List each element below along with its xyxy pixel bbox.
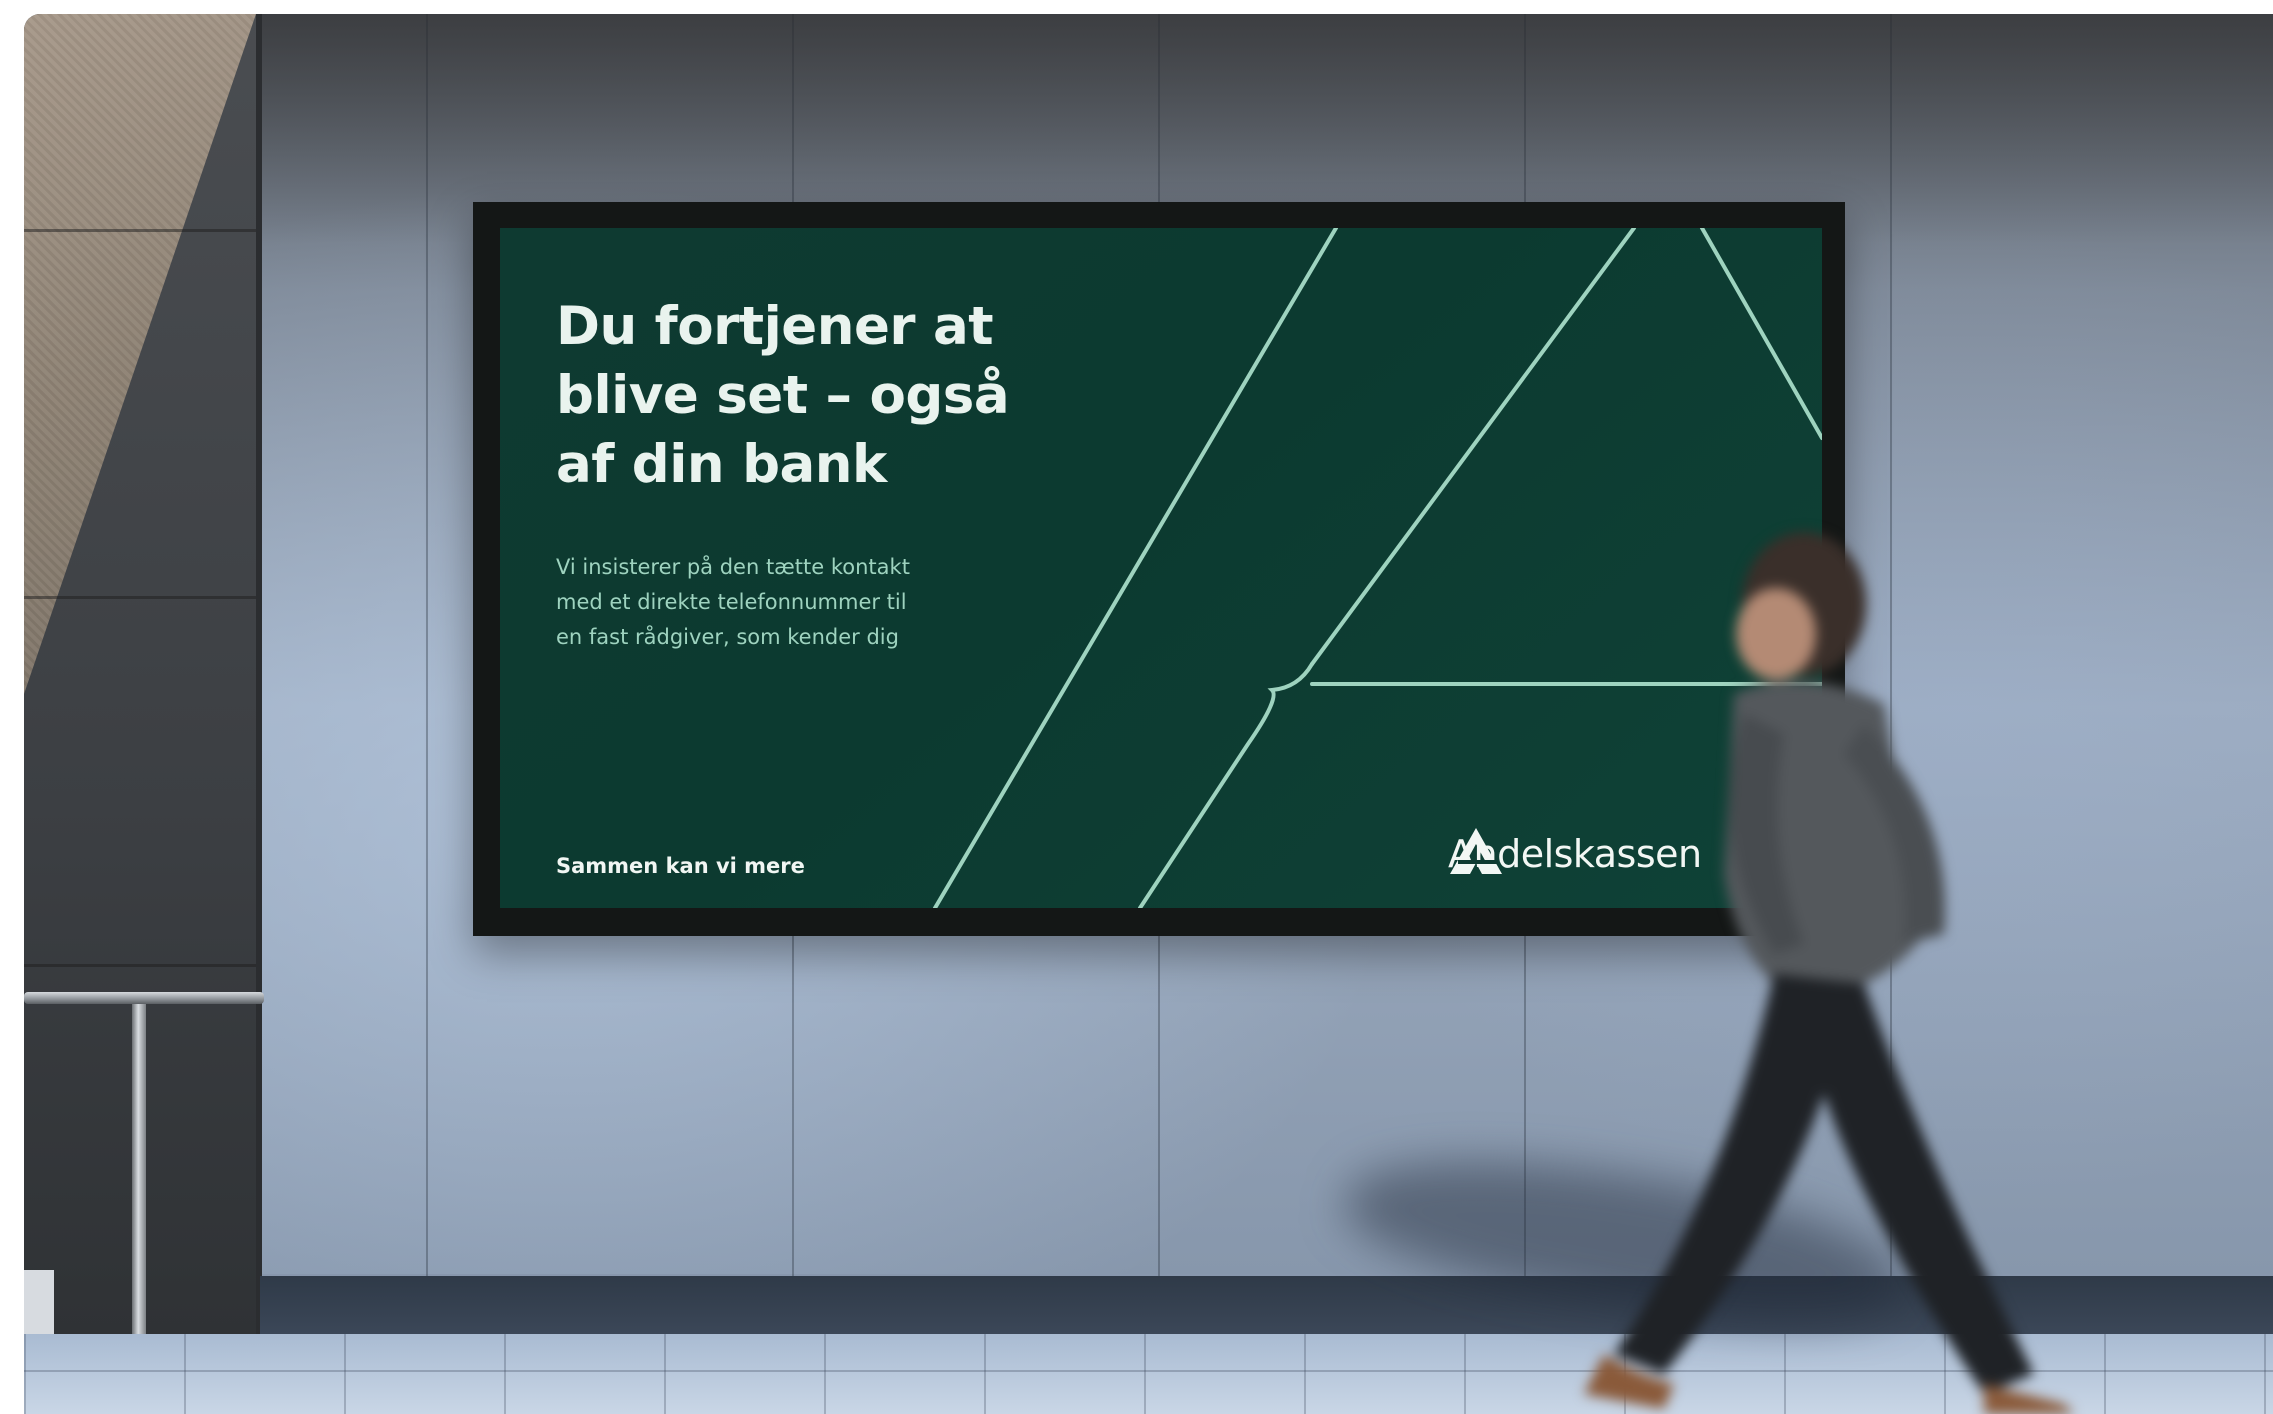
walking-person — [1584, 532, 2074, 1414]
column-joint — [24, 229, 260, 232]
diagonal-line — [1138, 662, 1314, 908]
column-edge — [256, 14, 262, 1334]
billboard-tagline: Sammen kan vi mere — [556, 854, 805, 878]
photo-scene: Du fortjener at blive set – også af din … — [24, 14, 2273, 1414]
column-joint — [24, 596, 260, 599]
billboard-headline: Du fortjener at blive set – også af din … — [556, 296, 1010, 495]
diagonal-line — [1700, 228, 1822, 440]
handrail — [24, 992, 264, 1004]
column-joint — [24, 964, 260, 967]
handrail-post — [132, 1004, 146, 1354]
billboard-body-text: Vi insisterer på den tætte kontakt med e… — [556, 555, 910, 649]
